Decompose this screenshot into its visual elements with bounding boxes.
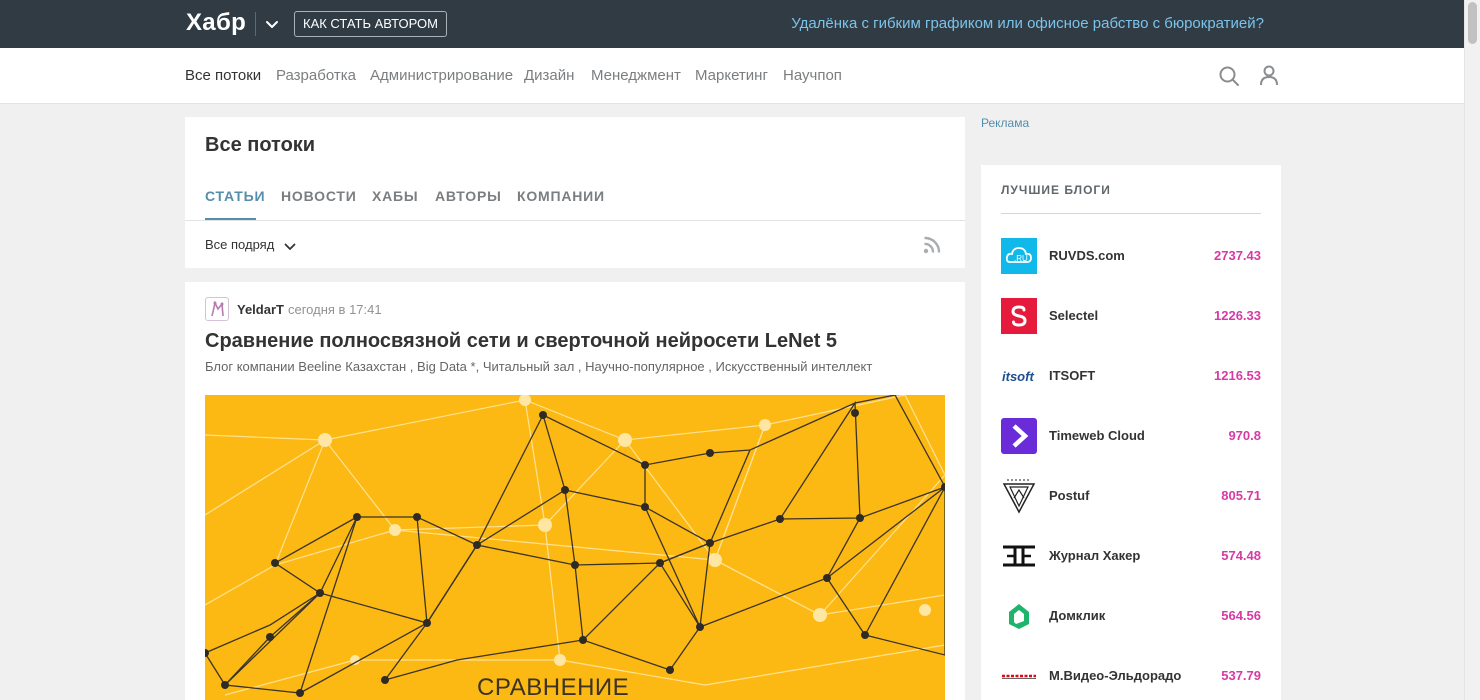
blog-row-ruvds[interactable]: .RU RUVDS.com 2737.43 bbox=[1001, 238, 1261, 274]
mvideo-eldorado-logo bbox=[1001, 658, 1037, 694]
blog-row-itsoft[interactable]: itsoft ITSOFT 1216.53 bbox=[1001, 358, 1261, 394]
domclick-logo bbox=[1001, 598, 1037, 634]
blog-name: М.Видео-Эльдорадо bbox=[1049, 668, 1182, 683]
blog-row-postuf[interactable]: Postuf 805.71 bbox=[1001, 478, 1261, 514]
filter-dropdown[interactable]: Все подряд bbox=[205, 237, 274, 252]
hub-link[interactable]: Научно-популярное bbox=[585, 359, 705, 374]
article-card: YeldarT сегодня в 17:41 Сравнение полнос… bbox=[185, 282, 965, 700]
tab-companies[interactable]: КОМПАНИИ bbox=[517, 188, 605, 204]
blog-row-selectel[interactable]: Selectel 1226.33 bbox=[1001, 298, 1261, 334]
blog-rating: 564.56 bbox=[1221, 608, 1261, 623]
hub-link[interactable]: Блог компании Beeline Казахстан bbox=[205, 359, 406, 374]
blog-name: Selectel bbox=[1049, 308, 1099, 323]
chevron-down-icon[interactable] bbox=[284, 240, 296, 252]
nav-item-administration[interactable]: Администрирование bbox=[370, 67, 513, 84]
article-author[interactable]: YeldarT bbox=[237, 302, 284, 317]
search-icon[interactable] bbox=[1218, 65, 1240, 87]
ad-label[interactable]: Реклама bbox=[981, 116, 1029, 130]
itsoft-logo: itsoft bbox=[1001, 358, 1037, 394]
blog-row-xakep[interactable]: Журнал Хакер 574.48 bbox=[1001, 538, 1261, 574]
blog-row-mvideo-eldorado[interactable]: М.Видео-Эльдорадо 537.79 bbox=[1001, 658, 1261, 694]
article-time: сегодня в 17:41 bbox=[288, 302, 382, 317]
rss-icon[interactable] bbox=[923, 236, 941, 254]
divider bbox=[1001, 213, 1261, 214]
user-icon[interactable] bbox=[1258, 64, 1280, 86]
blog-rating: 805.71 bbox=[1221, 488, 1261, 503]
blog-rating: 574.48 bbox=[1221, 548, 1261, 563]
selectel-s-logo bbox=[1001, 298, 1037, 334]
nav-item-management[interactable]: Менеджмент bbox=[591, 67, 681, 84]
tab-news[interactable]: НОВОСТИ bbox=[281, 188, 357, 204]
ruvds-cloud-logo: .RU bbox=[1001, 238, 1037, 274]
nav-item-development[interactable]: Разработка bbox=[276, 67, 356, 84]
logo-divider bbox=[255, 12, 256, 36]
nav-item-popsci[interactable]: Научпоп bbox=[783, 67, 842, 84]
widget-title: ЛУЧШИЕ БЛОГИ bbox=[1001, 183, 1111, 197]
main-nav: Все потоки Разработка Администрирование … bbox=[0, 48, 1464, 104]
feed-header-panel: Все потоки СТАТЬИ НОВОСТИ ХАБЫ АВТОРЫ КО… bbox=[185, 117, 965, 268]
article-hubs: Блог компании Beeline Казахстан , Big Da… bbox=[205, 359, 873, 374]
blog-name: RUVDS.com bbox=[1049, 248, 1125, 263]
blog-name: Timeweb Cloud bbox=[1049, 428, 1145, 443]
xakep-logo bbox=[1001, 538, 1037, 574]
blog-name: Домклик bbox=[1049, 608, 1106, 623]
best-blogs-widget: ЛУЧШИЕ БЛОГИ .RU RUVDS.com 2737.43 Selec… bbox=[981, 165, 1281, 700]
chevron-down-icon[interactable] bbox=[262, 14, 282, 34]
scrollbar-thumb[interactable] bbox=[1468, 2, 1477, 44]
hub-link[interactable]: Искусственный интеллект bbox=[716, 359, 873, 374]
article-title[interactable]: Сравнение полносвязной сети и сверточной… bbox=[205, 330, 837, 353]
blog-name: ITSOFT bbox=[1049, 368, 1096, 383]
blog-rating: 1226.33 bbox=[1214, 308, 1261, 323]
page-title: Все потоки bbox=[205, 134, 316, 156]
blog-name: Postuf bbox=[1049, 488, 1090, 503]
top-bar: Хабр КАК СТАТЬ АВТОРОМ Удалёнка с гибким… bbox=[0, 0, 1464, 48]
neural-network-illustration: СРАВНЕНИЕ bbox=[205, 395, 945, 700]
blog-rating: 537.79 bbox=[1221, 668, 1261, 683]
blog-rating: 970.8 bbox=[1228, 428, 1261, 443]
avatar[interactable] bbox=[205, 297, 229, 321]
tab-articles[interactable]: СТАТЬИ bbox=[205, 188, 265, 204]
blog-row-domclick[interactable]: Домклик 564.56 bbox=[1001, 598, 1261, 634]
blog-rating: 1216.53 bbox=[1214, 368, 1261, 383]
hub-link[interactable]: Читальный зал bbox=[483, 359, 575, 374]
blog-row-timeweb[interactable]: Timeweb Cloud 970.8 bbox=[1001, 418, 1261, 454]
promo-link[interactable]: Удалёнка с гибким графиком или офисное р… bbox=[791, 15, 1264, 32]
nav-item-design[interactable]: Дизайн bbox=[524, 67, 574, 84]
cover-caption: СРАВНЕНИЕ bbox=[477, 674, 629, 700]
divider bbox=[185, 220, 965, 221]
timeweb-logo bbox=[1001, 418, 1037, 454]
hub-link[interactable]: Big Data * bbox=[417, 359, 476, 374]
page-scrollbar[interactable] bbox=[1464, 0, 1480, 700]
itsoft-logo-text: itsoft bbox=[1002, 369, 1034, 384]
habr-logo[interactable]: Хабр bbox=[186, 9, 246, 37]
svg-text:.RU: .RU bbox=[1014, 254, 1028, 263]
nav-item-marketing[interactable]: Маркетинг bbox=[695, 67, 768, 84]
nav-item-all-flows[interactable]: Все потоки bbox=[185, 67, 261, 84]
article-cover-image[interactable]: СРАВНЕНИЕ bbox=[205, 395, 945, 700]
tab-hubs[interactable]: ХАБЫ bbox=[372, 188, 418, 204]
blog-rating: 2737.43 bbox=[1214, 248, 1261, 263]
how-to-become-author-button[interactable]: КАК СТАТЬ АВТОРОМ bbox=[294, 11, 447, 37]
tab-authors[interactable]: АВТОРЫ bbox=[435, 188, 502, 204]
postuf-logo bbox=[1001, 478, 1037, 514]
blog-name: Журнал Хакер bbox=[1049, 548, 1141, 563]
